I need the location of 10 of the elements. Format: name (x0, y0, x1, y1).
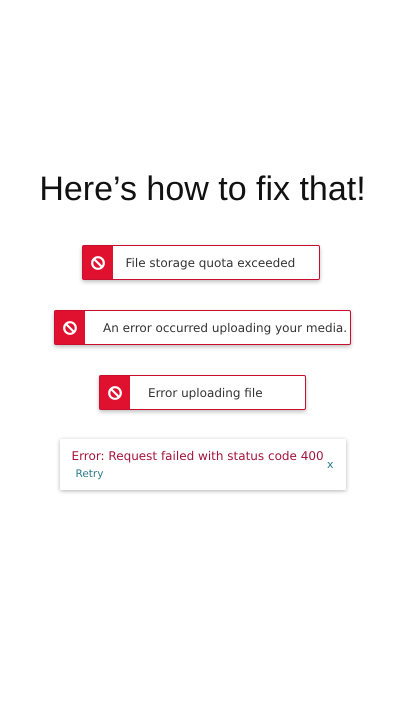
alert-message: File storage quota exceeded (124, 254, 296, 272)
retry-link[interactable]: Retry (76, 468, 104, 480)
prohibited-icon (108, 386, 122, 400)
alert-message: An error occurred uploading your media. (102, 320, 348, 336)
prohibited-icon (63, 320, 77, 334)
error-message: Error: Request failed with status code 400 (72, 449, 325, 463)
close-button[interactable]: x (326, 458, 334, 471)
page-heading: Here’s how to fix that! (39, 170, 366, 209)
alert-message: Error uploading file (147, 384, 263, 402)
prohibited-icon (90, 256, 104, 270)
